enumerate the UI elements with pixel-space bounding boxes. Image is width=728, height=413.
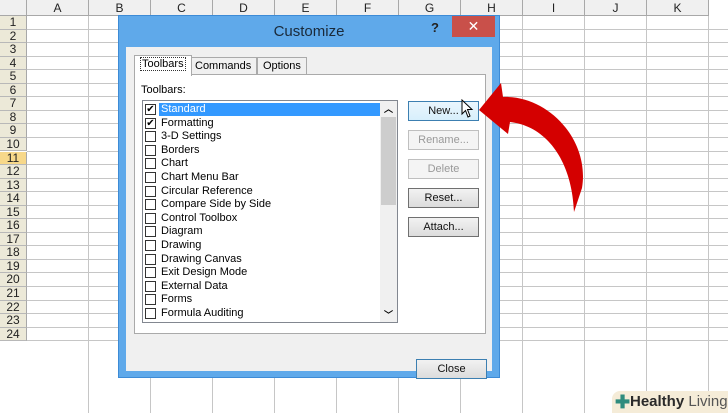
red-arrow-annotation [479, 83, 583, 212]
mouse-cursor-icon [461, 99, 474, 118]
